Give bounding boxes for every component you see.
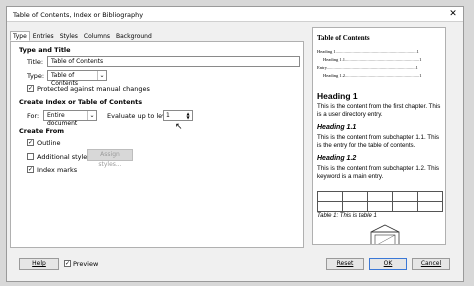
title-input[interactable]: Table of Contents [47, 56, 300, 67]
level-spinbox[interactable]: 1 ▲ ▼ [163, 110, 193, 121]
preview-toc-title: Table of Contents [317, 34, 370, 42]
preview-paragraph: This is the content from subchapter 1.2.… [317, 165, 439, 180]
preview-heading-1-2: Heading 1.2 [317, 155, 357, 162]
dialog-title: Table of Contents, Index or Bibliography [13, 11, 144, 19]
help-button[interactable]: Help [19, 258, 59, 270]
type-tab-panel: Type and Title Title: Table of Contents … [10, 41, 304, 248]
outline-label: Outline [37, 139, 61, 147]
for-label: For: [27, 112, 40, 120]
preview-paragraph: This is the content from the first chapt… [317, 103, 441, 118]
index-marks-checkbox[interactable]: ✓ [27, 166, 34, 173]
preview-heading-1-1: Heading 1.1 [317, 124, 357, 131]
for-select[interactable]: Entire document ⌄ [43, 110, 97, 127]
preview-checkbox[interactable]: ✓ [64, 260, 71, 267]
mouse-cursor-icon: ↖ [175, 122, 183, 132]
type-label: Type: [27, 72, 45, 80]
type-and-title-header: Type and Title [19, 46, 71, 54]
spin-down-icon[interactable]: ▼ [184, 116, 192, 120]
tab-background[interactable]: Background [113, 31, 155, 41]
additional-styles-label: Additional styles [37, 153, 91, 161]
create-from-header: Create From [19, 127, 65, 135]
chevron-down-icon: ⌄ [97, 71, 106, 80]
tab-type[interactable]: Type [10, 31, 30, 41]
index-marks-label: Index marks [37, 166, 78, 174]
title-bar: Table of Contents, Index or Bibliography… [7, 7, 463, 22]
outline-checkbox[interactable]: ✓ [27, 139, 34, 146]
protected-checkbox[interactable]: ✓ [27, 85, 34, 92]
preview-toc-line: Heading 1.2.............................… [323, 73, 422, 78]
preview-pane: Table of Contents Heading 1.............… [312, 27, 446, 245]
preview-table [317, 191, 443, 212]
preview-heading-1: Heading 1 [317, 91, 358, 101]
assign-styles-button[interactable]: Assign styles... [87, 149, 133, 168]
preview-toc-line: Heading 1...............................… [317, 49, 419, 54]
preview-image-icon [370, 224, 400, 244]
preview-table-caption: Table 1: This is table 1 [317, 213, 377, 219]
preview-toc-line: Entry...................................… [317, 65, 418, 70]
preview-label: Preview [73, 260, 99, 268]
cancel-button[interactable]: Cancel [412, 258, 450, 270]
protected-label: Protected against manual changes [37, 85, 150, 93]
tab-styles[interactable]: Styles [57, 31, 81, 41]
chevron-down-icon: ⌄ [87, 111, 96, 120]
tab-columns[interactable]: Columns [81, 31, 113, 41]
title-label: Title: [27, 58, 44, 66]
type-select[interactable]: Table of Contents ⌄ [47, 70, 107, 87]
tab-bar: Type Entries Styles Columns Background [10, 31, 155, 41]
additional-styles-checkbox[interactable] [27, 153, 34, 160]
preview-toc-line: Heading 1.1.............................… [323, 57, 422, 62]
tab-entries[interactable]: Entries [30, 31, 57, 41]
ok-button[interactable]: OK [369, 258, 407, 270]
reset-button[interactable]: Reset [326, 258, 364, 270]
close-icon[interactable]: ✕ [447, 9, 459, 20]
create-index-header: Create Index or Table of Contents [19, 98, 143, 106]
preview-paragraph: This is the content from subchapter 1.1.… [317, 134, 439, 149]
